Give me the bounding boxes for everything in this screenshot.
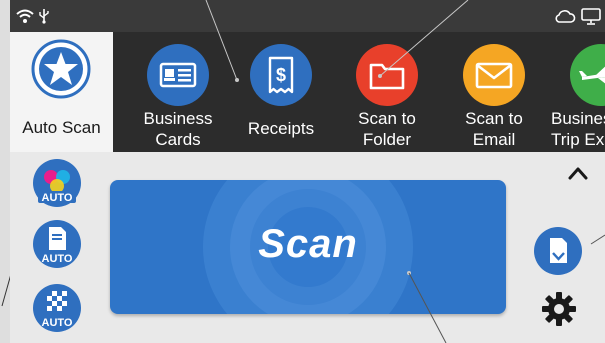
envelope-icon (463, 44, 525, 106)
chevron-up-icon[interactable] (567, 165, 589, 181)
resolution-auto-label: AUTO (42, 317, 73, 329)
callout-line-right (590, 234, 605, 245)
color-mode-auto-icon: AUTO (33, 159, 81, 207)
color-mode-auto-label: AUTO (42, 192, 73, 204)
resolution-auto-button[interactable]: AUTO (32, 283, 82, 333)
document-feed-icon[interactable] (533, 226, 583, 276)
app-label-receipts: Receipts (247, 119, 315, 138)
callout-line-scan (407, 271, 447, 343)
color-mode-auto-button[interactable]: AUTO (32, 158, 82, 208)
cloud-icon (555, 10, 576, 23)
star-icon (31, 39, 91, 99)
screenshot-canvas: Auto Scan Business Cards $ Receipts Scan… (0, 0, 605, 343)
gear-icon[interactable] (541, 291, 577, 327)
page-side-auto-icon: AUTO (33, 220, 81, 268)
airplane-icon (570, 44, 605, 106)
receipt-icon: $ (250, 44, 312, 106)
app-label-scan-to-email: Scan to Email (465, 109, 523, 149)
auto-scan-label: Auto Scan (22, 118, 101, 137)
auto-scan-tile[interactable]: Auto Scan (10, 32, 113, 152)
resolution-auto-icon: AUTO (33, 284, 81, 332)
app-business-trip-expenses[interactable]: Business Trip Expenses (546, 32, 605, 152)
business-card-icon (147, 44, 209, 106)
callout-line-top-right (378, 0, 469, 78)
app-label-business-cards: Business Cards (143, 109, 213, 149)
monitor-icon (581, 8, 601, 25)
app-label-scan-to-folder: Scan to Folder (358, 109, 416, 149)
app-strip: Business Cards $ Receipts Scan to Folder… (113, 32, 605, 152)
svg-text:$: $ (276, 65, 286, 85)
callout-line-top-left (205, 0, 239, 82)
page-side-auto-button[interactable]: AUTO (32, 219, 82, 269)
app-label-business-trip-expenses: Business Trip Expenses (551, 109, 605, 149)
app-row: Auto Scan Business Cards $ Receipts Scan… (10, 32, 605, 152)
usb-icon (39, 9, 49, 24)
app-receipts[interactable]: $ Receipts (226, 32, 336, 152)
page-side-auto-label: AUTO (42, 253, 73, 265)
status-bar (10, 0, 605, 32)
scanner-panel: Auto Scan Business Cards $ Receipts Scan… (10, 0, 605, 343)
wifi-icon (16, 9, 34, 23)
scan-button-label: Scan (258, 222, 358, 266)
